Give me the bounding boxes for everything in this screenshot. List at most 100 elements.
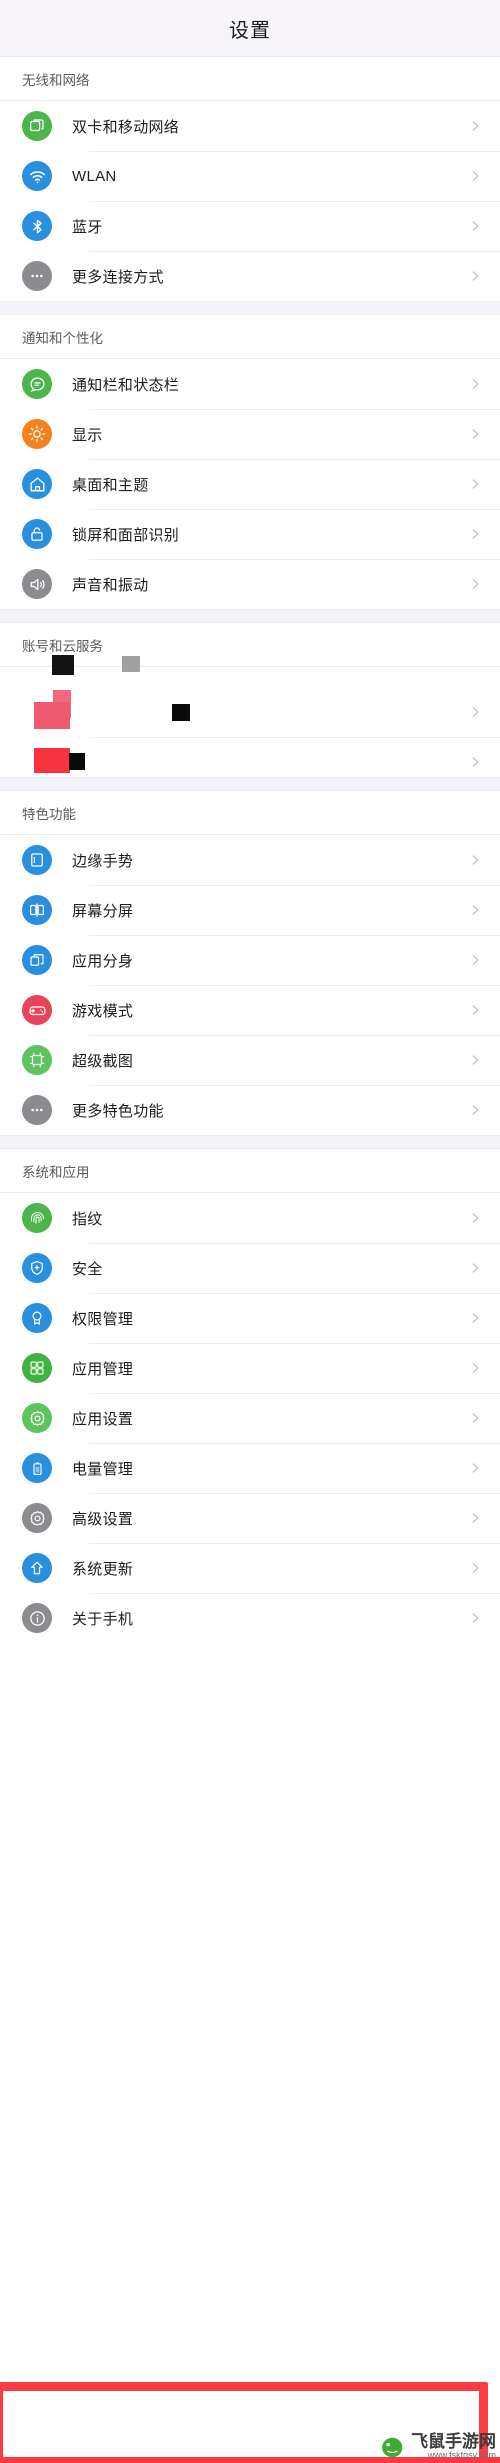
chevron-right-icon	[468, 1361, 482, 1375]
settings-row-permission-manage[interactable]: 权限管理	[0, 1293, 500, 1343]
settings-row-lockscreen-face[interactable]: 锁屏和面部识别	[0, 509, 500, 559]
group-header-wireless: 无线和网络	[0, 57, 500, 101]
settings-row-dual-sim[interactable]: 双卡和移动网络	[0, 101, 500, 151]
gamepad-icon	[22, 995, 52, 1025]
chevron-right-icon	[468, 477, 482, 491]
settings-row-label: 桌面和主题	[72, 476, 149, 494]
settings-row-label: 安全	[72, 1260, 103, 1278]
settings-row-advanced-settings[interactable]: 高级设置	[0, 1493, 500, 1543]
settings-row-edge-gesture[interactable]: 边缘手势	[0, 835, 500, 885]
settings-row-wlan[interactable]: WLAN	[0, 151, 500, 201]
settings-row-notification-bar[interactable]: 通知栏和状态栏	[0, 359, 500, 409]
settings-row-label: 应用管理	[72, 1360, 134, 1378]
mouse-logo-icon	[378, 2431, 408, 2461]
app-manage-icon	[22, 1353, 52, 1383]
settings-row-super-screenshot[interactable]: 超级截图	[0, 1035, 500, 1085]
settings-row-account-1[interactable]	[0, 687, 500, 737]
home-icon	[22, 469, 52, 499]
system-update-arrow-icon	[22, 1553, 52, 1583]
group-body-features: 边缘手势 屏幕分屏 应用分身 游戏模式 超级截图 更多特色功能	[0, 835, 500, 1135]
chevron-right-icon	[468, 1461, 482, 1475]
chevron-right-icon	[468, 1561, 482, 1575]
chevron-right-icon	[468, 1611, 482, 1625]
battery-icon	[22, 1453, 52, 1483]
settings-row-label: 显示	[72, 426, 103, 444]
watermark-url: www.fsktgsy.com	[427, 2449, 496, 2460]
settings-row-bluetooth[interactable]: 蓝牙	[0, 201, 500, 251]
settings-row-game-mode[interactable]: 游戏模式	[0, 985, 500, 1035]
group-body-notification: 通知栏和状态栏 显示 桌面和主题 锁屏和面部识别 声音和振动	[0, 359, 500, 609]
settings-row-label: 游戏模式	[72, 1002, 134, 1020]
speaker-icon	[22, 569, 52, 599]
settings-row-label: 指纹	[72, 1210, 103, 1228]
settings-row-home-theme[interactable]: 桌面和主题	[0, 459, 500, 509]
chevron-right-icon	[468, 527, 482, 541]
app-titlebar: 设置	[0, 0, 500, 57]
chevron-right-icon	[468, 1003, 482, 1017]
permission-badge-icon	[22, 1303, 52, 1333]
chevron-right-icon	[468, 1211, 482, 1225]
chevron-right-icon	[468, 1511, 482, 1525]
chevron-right-icon	[468, 1411, 482, 1425]
settings-row-label: 蓝牙	[72, 218, 103, 236]
settings-row-more-features[interactable]: 更多特色功能	[0, 1085, 500, 1135]
settings-row-label: 更多连接方式	[72, 268, 164, 286]
split-screen-icon	[22, 895, 52, 925]
app-settings-gear-icon	[22, 1403, 52, 1433]
group-divider	[0, 301, 500, 315]
group-header-notification: 通知和个性化	[0, 315, 500, 359]
group-divider	[0, 609, 500, 623]
settings-row-label: 应用分身	[72, 952, 134, 970]
page-title: 设置	[229, 19, 271, 42]
brightness-sun-icon	[22, 419, 52, 449]
chevron-right-icon	[468, 269, 482, 283]
settings-row-about-phone[interactable]: 关于手机	[0, 1593, 500, 1643]
group-header-account: 账号和云服务	[0, 623, 500, 667]
lock-icon	[22, 519, 52, 549]
settings-row-label: 边缘手势	[72, 852, 134, 870]
settings-row-app-clone[interactable]: 应用分身	[0, 935, 500, 985]
settings-row-label: 超级截图	[72, 1052, 134, 1070]
redaction-block	[52, 655, 74, 675]
settings-row-display[interactable]: 显示	[0, 409, 500, 459]
chevron-right-icon	[468, 1053, 482, 1067]
chevron-right-icon	[468, 119, 482, 133]
edge-gesture-icon	[22, 845, 52, 875]
settings-row-fingerprint[interactable]: 指纹	[0, 1193, 500, 1243]
chevron-right-icon	[468, 705, 482, 719]
more-dots-icon	[22, 1095, 52, 1125]
chat-bubble-icon	[22, 369, 52, 399]
fingerprint-icon	[22, 1203, 52, 1233]
settings-row-app-settings[interactable]: 应用设置	[0, 1393, 500, 1443]
watermark-name: 飞鼠手游网	[411, 2431, 496, 2451]
settings-screen: 设置 无线和网络 双卡和移动网络 WLAN 蓝牙 更多连接方式 通知和个性化 通…	[0, 0, 500, 2463]
sim-card-icon	[22, 111, 52, 141]
chevron-right-icon	[468, 1103, 482, 1117]
settings-row-label: 声音和振动	[72, 576, 149, 594]
chevron-right-icon	[468, 219, 482, 233]
redaction-block	[122, 656, 140, 672]
settings-row-split-screen[interactable]: 屏幕分屏	[0, 885, 500, 935]
settings-row-app-manage[interactable]: 应用管理	[0, 1343, 500, 1393]
settings-row-security[interactable]: 安全	[0, 1243, 500, 1293]
settings-row-label: 系统更新	[72, 1560, 134, 1578]
chevron-right-icon	[468, 755, 482, 769]
settings-row-system-update[interactable]: 系统更新	[0, 1543, 500, 1593]
chevron-right-icon	[468, 1311, 482, 1325]
settings-row-battery-manage[interactable]: 电量管理	[0, 1443, 500, 1493]
settings-row-account-2[interactable]	[0, 737, 500, 787]
info-icon	[22, 1603, 52, 1633]
group-header-system: 系统和应用	[0, 1149, 500, 1193]
screenshot-icon	[22, 1045, 52, 1075]
redacted-icon	[22, 747, 52, 777]
settings-row-more-connections[interactable]: 更多连接方式	[0, 251, 500, 301]
shield-icon	[22, 1253, 52, 1283]
chevron-right-icon	[468, 853, 482, 867]
wifi-icon	[22, 161, 52, 191]
settings-row-sound-vibration[interactable]: 声音和振动	[0, 559, 500, 609]
watermark-text: 飞鼠手游网 www.fsktgsy.com	[411, 2433, 496, 2460]
settings-row-label: 关于手机	[72, 1610, 134, 1628]
settings-row-label: 双卡和移动网络	[72, 118, 180, 136]
chevron-right-icon	[468, 169, 482, 183]
group-header-features: 特色功能	[0, 791, 500, 835]
